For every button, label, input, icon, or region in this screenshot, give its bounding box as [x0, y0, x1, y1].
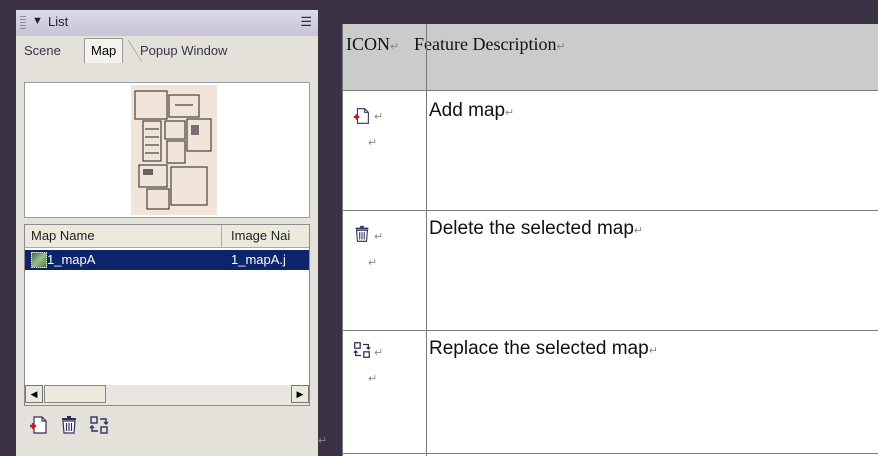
map-list[interactable]: Map Name Image Nai 1_mapA 1_mapA.j ◀ ▶	[24, 224, 310, 406]
replace-map-icon	[353, 342, 371, 358]
table-column-divider	[426, 24, 427, 456]
tab-map[interactable]: Map	[84, 38, 124, 63]
scroll-left-button[interactable]: ◀	[25, 385, 43, 403]
add-map-icon	[30, 416, 47, 434]
map-name: 1_mapA	[47, 252, 96, 267]
paragraph-mark: ↵	[368, 373, 378, 385]
tab-popup-window[interactable]: Popup Window	[140, 40, 227, 62]
tab-bar: Scene Map Popup Window	[16, 36, 318, 63]
collapse-arrow-icon[interactable]: ▼	[32, 15, 43, 27]
list-header: Map Name Image Nai	[25, 225, 309, 248]
paragraph-mark: ↵	[374, 347, 384, 359]
list-item[interactable]: 1_mapA 1_mapA.j	[25, 250, 309, 270]
delete-map-icon	[355, 225, 369, 242]
paragraph-mark: ↵	[368, 257, 378, 269]
list-panel: ▼ List ☰ Scene Map Popup Window Map Name…	[16, 10, 318, 456]
header-icon: ICON↵	[346, 34, 400, 54]
image-name: 1_mapA.j	[231, 252, 286, 267]
column-header-image-name[interactable]: Image Nai	[231, 228, 290, 243]
delete-map-button[interactable]	[58, 414, 80, 436]
paragraph-mark: ↵	[318, 435, 328, 447]
scroll-right-button[interactable]: ▶	[291, 385, 309, 403]
feature-table: ICON↵ Feature Description↵ ↵ ↵ Add map↵ …	[342, 24, 878, 456]
column-divider[interactable]	[221, 225, 222, 247]
horizontal-scrollbar[interactable]: ◀ ▶	[25, 385, 309, 405]
add-map-button[interactable]	[28, 414, 50, 436]
scroll-thumb[interactable]	[44, 385, 106, 403]
list-menu-icon[interactable]: ☰	[300, 14, 312, 30]
tab-scene[interactable]: Scene	[24, 40, 61, 62]
column-header-map-name[interactable]: Map Name	[31, 228, 95, 243]
table-row-divider	[342, 330, 878, 331]
table-border-bottom	[342, 453, 878, 454]
replace-map-button[interactable]	[88, 414, 110, 436]
drag-grip-icon[interactable]	[20, 16, 26, 30]
map-thumbnail-icon	[31, 252, 47, 268]
paragraph-mark: ↵	[374, 111, 384, 123]
feature-description: Replace the selected map↵	[429, 338, 658, 359]
panel-title: List	[48, 14, 69, 29]
delete-map-icon	[62, 416, 76, 434]
header-feature-description: Feature Description↵	[414, 34, 566, 54]
feature-description: Delete the selected map↵	[429, 218, 644, 239]
feature-description: Add map↵	[429, 100, 515, 121]
map-preview	[24, 82, 310, 218]
panel-title-bar[interactable]: ▼ List ☰	[16, 10, 318, 36]
table-row-divider	[342, 210, 878, 211]
paragraph-mark: ↵	[374, 231, 384, 243]
replace-map-icon	[89, 416, 109, 434]
floor-plan-thumbnail	[131, 85, 217, 215]
table-border-left	[342, 24, 343, 456]
paragraph-mark: ↵	[368, 137, 378, 149]
table-row-divider	[342, 90, 878, 91]
table-header-row: ICON↵ Feature Description↵	[342, 24, 878, 90]
add-map-icon	[353, 108, 369, 124]
